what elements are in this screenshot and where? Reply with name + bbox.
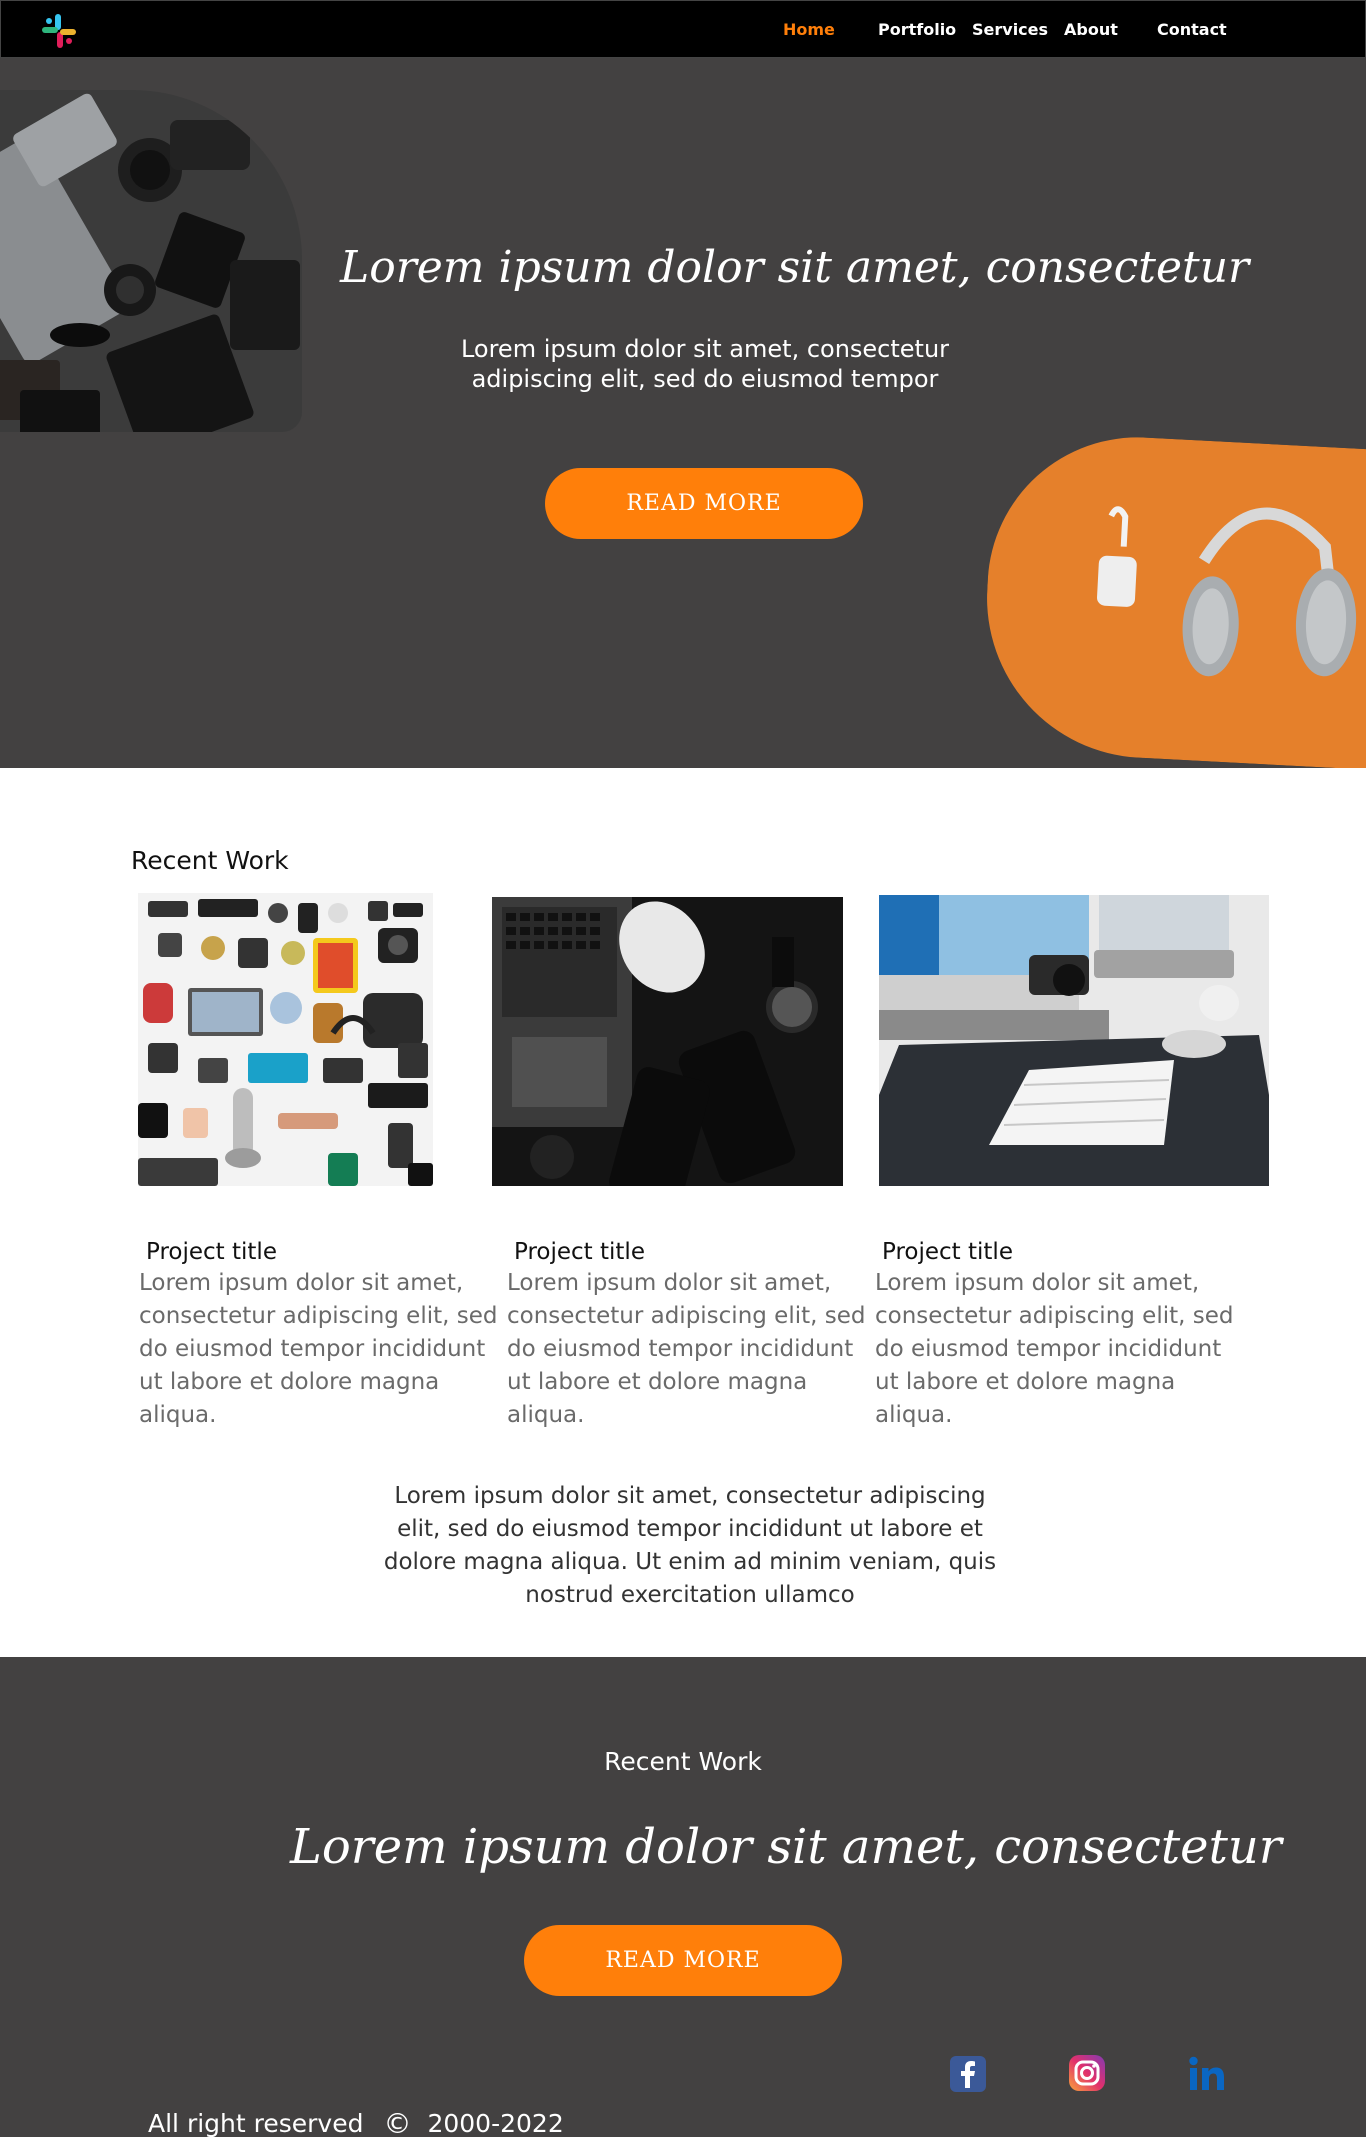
hero-image-headphones	[978, 429, 1366, 768]
nav-home[interactable]: Home	[783, 20, 835, 39]
footer-section: Recent Work Lorem ipsum dolor sit amet, …	[0, 1657, 1366, 2137]
hero-section: Lorem ipsum dolor sit amet, consectetur …	[0, 58, 1366, 768]
linkedin-icon[interactable]	[1187, 2054, 1227, 2094]
project-text-2: Lorem ipsum dolor sit amet, consectetur …	[507, 1270, 866, 1428]
nav-contact[interactable]: Contact	[1157, 20, 1227, 39]
hero-title: Lorem ipsum dolor sit amet, consectetur	[340, 242, 1250, 293]
nav-about[interactable]: About	[1064, 20, 1118, 39]
project-text-1: Lorem ipsum dolor sit amet, consectetur …	[139, 1270, 498, 1428]
copyright-text: All right reserved	[148, 2109, 364, 2137]
hero-subtitle-line1: Lorem ipsum dolor sit amet, consectetur	[460, 335, 950, 363]
recent-work-paragraph: Lorem ipsum dolor sit amet, consectetur …	[383, 1483, 997, 1608]
copyright-symbol: ©	[383, 2107, 412, 2137]
copyright-years: 2000-2022	[427, 2109, 564, 2137]
footer-read-more-button[interactable]: READ MORE	[524, 1925, 842, 1996]
project-text-3: Lorem ipsum dolor sit amet, consectetur …	[875, 1270, 1234, 1428]
hero-image-camera-gear	[0, 90, 302, 432]
project-image-1[interactable]	[138, 893, 433, 1186]
nav-services[interactable]: Services	[972, 20, 1048, 39]
footer-title: Lorem ipsum dolor sit amet, consectetur	[290, 1819, 1282, 1875]
instagram-icon[interactable]	[1067, 2053, 1107, 2093]
recent-work-heading: Recent Work	[131, 846, 289, 875]
project-title-2[interactable]: Project title	[514, 1239, 645, 1265]
facebook-icon[interactable]	[948, 2054, 988, 2094]
project-title-1[interactable]: Project title	[146, 1239, 277, 1265]
project-image-3[interactable]	[879, 895, 1269, 1186]
project-image-2[interactable]	[492, 897, 843, 1186]
project-title-3[interactable]: Project title	[882, 1239, 1013, 1265]
logo-icon[interactable]	[40, 12, 78, 50]
hero-subtitle: Lorem ipsum dolor sit amet, consectetur …	[400, 334, 1010, 394]
copyright: All right reserved © 2000-2022	[148, 2107, 564, 2137]
nav-portfolio[interactable]: Portfolio	[878, 20, 956, 39]
hero-read-more-button[interactable]: READ MORE	[545, 468, 863, 539]
footer-heading: Recent Work	[604, 1747, 762, 1776]
hero-subtitle-line2: adipiscing elit, sed do eiusmod tempor	[471, 365, 939, 393]
navbar: Home Portfolio Services About Contact	[0, 0, 1366, 58]
